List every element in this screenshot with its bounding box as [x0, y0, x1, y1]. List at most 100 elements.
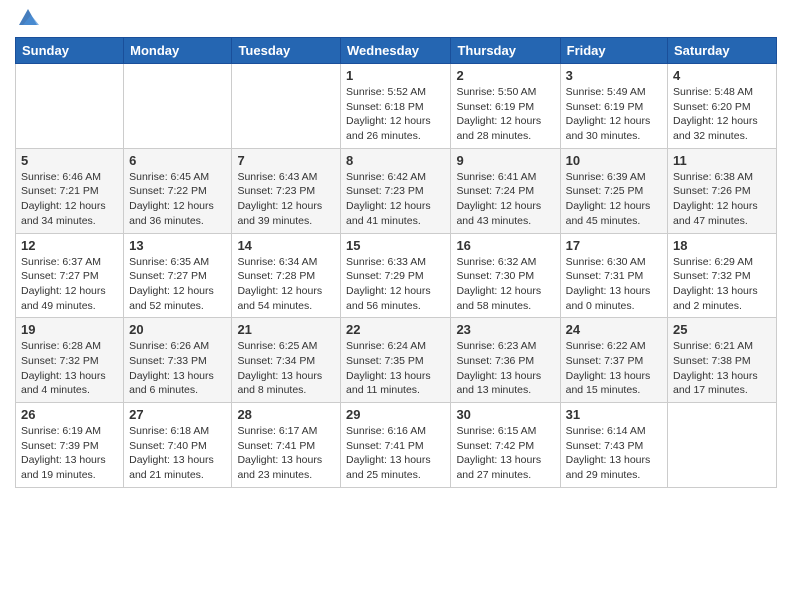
- day-info: Sunrise: 6:39 AMSunset: 7:25 PMDaylight:…: [566, 170, 662, 229]
- day-number: 22: [346, 322, 445, 337]
- day-info: Sunrise: 6:34 AMSunset: 7:28 PMDaylight:…: [237, 255, 335, 314]
- calendar-header-row: SundayMondayTuesdayWednesdayThursdayFrid…: [16, 38, 777, 64]
- day-info: Sunrise: 6:21 AMSunset: 7:38 PMDaylight:…: [673, 339, 771, 398]
- calendar-cell: 8Sunrise: 6:42 AMSunset: 7:23 PMDaylight…: [341, 148, 451, 233]
- header: [15, 10, 777, 29]
- calendar-page: SundayMondayTuesdayWednesdayThursdayFrid…: [0, 0, 792, 612]
- day-info: Sunrise: 6:18 AMSunset: 7:40 PMDaylight:…: [129, 424, 226, 483]
- calendar-week-2: 5Sunrise: 6:46 AMSunset: 7:21 PMDaylight…: [16, 148, 777, 233]
- day-number: 10: [566, 153, 662, 168]
- day-info: Sunrise: 6:30 AMSunset: 7:31 PMDaylight:…: [566, 255, 662, 314]
- calendar-week-3: 12 Sunrise: 6:37 AMSunset: 7:27 PMDayligh…: [16, 233, 777, 318]
- day-info: Sunrise: 6:43 AMSunset: 7:23 PMDaylight:…: [237, 170, 335, 229]
- calendar-cell: 14 Sunrise: 6:34 AMSunset: 7:28 PMDayligh…: [232, 233, 341, 318]
- day-number: 31: [566, 407, 662, 422]
- calendar-cell: 25 Sunrise: 6:21 AMSunset: 7:38 PMDayligh…: [668, 318, 777, 403]
- day-info: Sunrise: 6:33 AMSunset: 7:29 PMDaylight:…: [346, 255, 445, 314]
- day-number: 16: [456, 238, 554, 253]
- day-info: Sunrise: 5:50 AMSunset: 6:19 PMDaylight:…: [456, 85, 554, 144]
- calendar-cell: [668, 403, 777, 488]
- calendar-header-sunday: Sunday: [16, 38, 124, 64]
- day-number: 14: [237, 238, 335, 253]
- calendar-cell: 24 Sunrise: 6:22 AMSunset: 7:37 PMDayligh…: [560, 318, 667, 403]
- day-info: Sunrise: 5:52 AMSunset: 6:18 PMDaylight:…: [346, 85, 445, 144]
- calendar-cell: 27 Sunrise: 6:18 AMSunset: 7:40 PMDayligh…: [124, 403, 232, 488]
- day-info: Sunrise: 6:19 AMSunset: 7:39 PMDaylight:…: [21, 424, 118, 483]
- day-info: Sunrise: 6:35 AMSunset: 7:27 PMDaylight:…: [129, 255, 226, 314]
- calendar-week-5: 26Sunrise: 6:19 AMSunset: 7:39 PMDayligh…: [16, 403, 777, 488]
- day-number: 7: [237, 153, 335, 168]
- day-info: Sunrise: 6:41 AMSunset: 7:24 PMDaylight:…: [456, 170, 554, 229]
- calendar-week-1: 1 Sunrise: 5:52 AMSunset: 6:18 PMDaylight…: [16, 64, 777, 149]
- calendar-header-monday: Monday: [124, 38, 232, 64]
- logo-icon: [17, 7, 39, 29]
- calendar-header-saturday: Saturday: [668, 38, 777, 64]
- day-number: 15: [346, 238, 445, 253]
- day-number: 4: [673, 68, 771, 83]
- calendar-cell: 11 Sunrise: 6:38 AMSunset: 7:26 PMDayligh…: [668, 148, 777, 233]
- calendar-cell: 26Sunrise: 6:19 AMSunset: 7:39 PMDayligh…: [16, 403, 124, 488]
- calendar-cell: [16, 64, 124, 149]
- day-info: Sunrise: 6:24 AMSunset: 7:35 PMDaylight:…: [346, 339, 445, 398]
- day-info: Sunrise: 6:22 AMSunset: 7:37 PMDaylight:…: [566, 339, 662, 398]
- calendar-cell: 30 Sunrise: 6:15 AMSunset: 7:42 PMDayligh…: [451, 403, 560, 488]
- day-number: 13: [129, 238, 226, 253]
- calendar-cell: 15 Sunrise: 6:33 AMSunset: 7:29 PMDayligh…: [341, 233, 451, 318]
- day-number: 25: [673, 322, 771, 337]
- day-number: 18: [673, 238, 771, 253]
- calendar-header-thursday: Thursday: [451, 38, 560, 64]
- day-number: 11: [673, 153, 771, 168]
- day-number: 3: [566, 68, 662, 83]
- day-info: Sunrise: 6:29 AMSunset: 7:32 PMDaylight:…: [673, 255, 771, 314]
- day-info: Sunrise: 6:17 AMSunset: 7:41 PMDaylight:…: [237, 424, 335, 483]
- calendar-cell: 10 Sunrise: 6:39 AMSunset: 7:25 PMDayligh…: [560, 148, 667, 233]
- calendar-cell: 1 Sunrise: 5:52 AMSunset: 6:18 PMDaylight…: [341, 64, 451, 149]
- day-number: 30: [456, 407, 554, 422]
- calendar-cell: 6 Sunrise: 6:45 AMSunset: 7:22 PMDaylight…: [124, 148, 232, 233]
- day-number: 24: [566, 322, 662, 337]
- day-info: Sunrise: 6:42 AMSunset: 7:23 PMDaylight:…: [346, 170, 445, 229]
- calendar-cell: 18 Sunrise: 6:29 AMSunset: 7:32 PMDayligh…: [668, 233, 777, 318]
- calendar-cell: 2 Sunrise: 5:50 AMSunset: 6:19 PMDaylight…: [451, 64, 560, 149]
- calendar-header-tuesday: Tuesday: [232, 38, 341, 64]
- calendar-cell: 19Sunrise: 6:28 AMSunset: 7:32 PMDayligh…: [16, 318, 124, 403]
- day-number: 28: [237, 407, 335, 422]
- day-number: 27: [129, 407, 226, 422]
- day-info: Sunrise: 6:45 AMSunset: 7:22 PMDaylight:…: [129, 170, 226, 229]
- day-info: Sunrise: 6:25 AMSunset: 7:34 PMDaylight:…: [237, 339, 335, 398]
- calendar-cell: 3 Sunrise: 5:49 AMSunset: 6:19 PMDaylight…: [560, 64, 667, 149]
- calendar-header-wednesday: Wednesday: [341, 38, 451, 64]
- calendar-cell: 23Sunrise: 6:23 AMSunset: 7:36 PMDayligh…: [451, 318, 560, 403]
- day-info: Sunrise: 6:26 AMSunset: 7:33 PMDaylight:…: [129, 339, 226, 398]
- day-info: Sunrise: 5:49 AMSunset: 6:19 PMDaylight:…: [566, 85, 662, 144]
- day-info: Sunrise: 6:14 AMSunset: 7:43 PMDaylight:…: [566, 424, 662, 483]
- calendar-cell: 17 Sunrise: 6:30 AMSunset: 7:31 PMDayligh…: [560, 233, 667, 318]
- day-number: 21: [237, 322, 335, 337]
- day-number: 23: [456, 322, 554, 337]
- day-number: 2: [456, 68, 554, 83]
- logo: [15, 15, 39, 29]
- calendar-cell: 13 Sunrise: 6:35 AMSunset: 7:27 PMDayligh…: [124, 233, 232, 318]
- day-number: 29: [346, 407, 445, 422]
- day-number: 12: [21, 238, 118, 253]
- calendar-cell: 9 Sunrise: 6:41 AMSunset: 7:24 PMDaylight…: [451, 148, 560, 233]
- calendar-cell: 20 Sunrise: 6:26 AMSunset: 7:33 PMDayligh…: [124, 318, 232, 403]
- calendar-cell: 28 Sunrise: 6:17 AMSunset: 7:41 PMDayligh…: [232, 403, 341, 488]
- day-info: Sunrise: 6:46 AMSunset: 7:21 PMDaylight:…: [21, 170, 118, 229]
- day-number: 6: [129, 153, 226, 168]
- day-info: Sunrise: 6:37 AMSunset: 7:27 PMDaylight:…: [21, 255, 118, 314]
- calendar-cell: [232, 64, 341, 149]
- day-number: 17: [566, 238, 662, 253]
- day-number: 1: [346, 68, 445, 83]
- calendar-cell: 31 Sunrise: 6:14 AMSunset: 7:43 PMDayligh…: [560, 403, 667, 488]
- day-number: 9: [456, 153, 554, 168]
- calendar-table: SundayMondayTuesdayWednesdayThursdayFrid…: [15, 37, 777, 488]
- day-info: Sunrise: 6:15 AMSunset: 7:42 PMDaylight:…: [456, 424, 554, 483]
- day-number: 19: [21, 322, 118, 337]
- day-info: Sunrise: 6:38 AMSunset: 7:26 PMDaylight:…: [673, 170, 771, 229]
- calendar-cell: 22 Sunrise: 6:24 AMSunset: 7:35 PMDayligh…: [341, 318, 451, 403]
- calendar-cell: 12 Sunrise: 6:37 AMSunset: 7:27 PMDayligh…: [16, 233, 124, 318]
- calendar-header-friday: Friday: [560, 38, 667, 64]
- day-number: 20: [129, 322, 226, 337]
- calendar-cell: 21 Sunrise: 6:25 AMSunset: 7:34 PMDayligh…: [232, 318, 341, 403]
